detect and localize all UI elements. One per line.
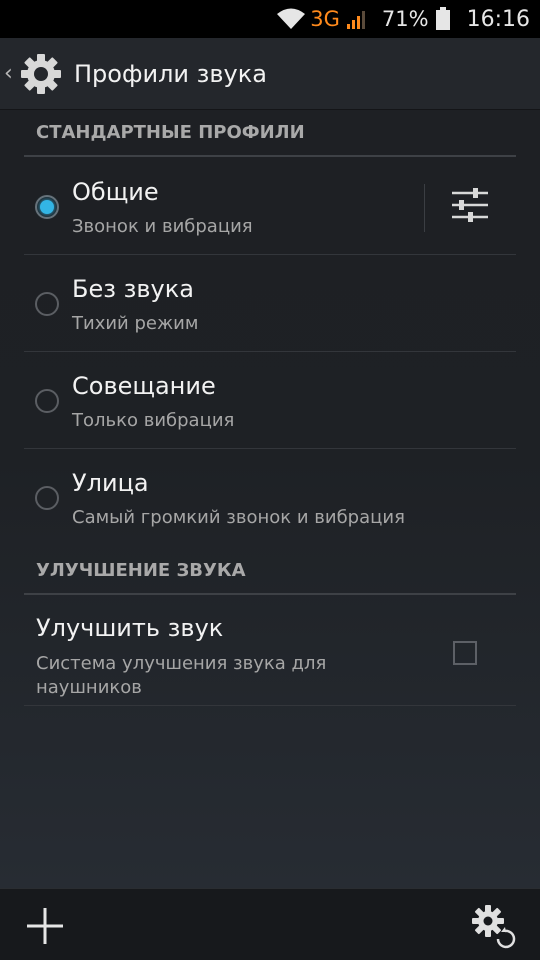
profile-title: Общие xyxy=(72,178,159,206)
profile-subtitle: Звонок и вибрация xyxy=(72,216,253,237)
vertical-divider xyxy=(424,184,425,232)
profile-radio[interactable] xyxy=(35,486,59,510)
profile-subtitle: Только вибрация xyxy=(72,410,235,431)
profile-subtitle: Тихий режим xyxy=(72,313,199,334)
section-header-standard-profiles: СТАНДАРТНЫЕ ПРОФИЛИ xyxy=(24,110,516,157)
plus-icon xyxy=(22,908,68,953)
profile-title: Улица xyxy=(72,469,149,497)
bottom-action-bar xyxy=(0,888,540,960)
battery-percent: 71% xyxy=(381,7,429,31)
profile-radio[interactable] xyxy=(35,292,59,316)
profile-radio[interactable] xyxy=(35,389,59,413)
profile-settings-button[interactable] xyxy=(428,176,512,238)
battery-icon xyxy=(435,7,451,31)
section-header-sound-enhancement: УЛУЧШЕНИЕ ЗВУКА xyxy=(24,548,516,595)
profile-row-outdoor[interactable]: Улица Самый громкий звонок и вибрация xyxy=(24,449,516,546)
reset-settings-button[interactable] xyxy=(468,901,518,951)
enhance-subtitle: Система улучшения звука для наушников xyxy=(36,653,327,698)
profile-row-silent[interactable]: Без звука Тихий режим xyxy=(24,255,516,352)
page-title: Профили звука xyxy=(74,59,267,88)
profile-row-general[interactable]: Общие Звонок и вибрация xyxy=(24,158,516,255)
add-profile-button[interactable] xyxy=(22,903,68,949)
enhance-title: Улучшить звук xyxy=(36,614,224,642)
profile-subtitle: Самый громкий звонок и вибрация xyxy=(72,507,405,528)
wifi-icon xyxy=(276,8,306,30)
profile-title: Совещание xyxy=(72,372,216,400)
profile-title: Без звука xyxy=(72,275,194,303)
signal-icon xyxy=(346,8,368,30)
gear-reset-icon xyxy=(468,905,518,955)
status-bar: 3G 71% 16:16 xyxy=(0,0,540,38)
clock: 16:16 xyxy=(466,6,530,32)
action-bar: ‹ Профили звука xyxy=(0,38,540,110)
settings-list: СТАНДАРТНЫЕ ПРОФИЛИ Общие Звонок и вибра… xyxy=(0,110,540,888)
enhance-checkbox[interactable] xyxy=(453,641,477,665)
enhance-sound-row[interactable]: Улучшить звук Система улучшения звука дл… xyxy=(24,596,516,706)
settings-gear-icon[interactable] xyxy=(20,53,62,95)
network-type: 3G xyxy=(310,7,340,31)
back-caret-icon[interactable]: ‹ xyxy=(4,61,18,86)
profile-radio-checked[interactable] xyxy=(35,195,59,219)
sliders-icon xyxy=(450,185,490,229)
profile-row-meeting[interactable]: Совещание Только вибрация xyxy=(24,352,516,449)
